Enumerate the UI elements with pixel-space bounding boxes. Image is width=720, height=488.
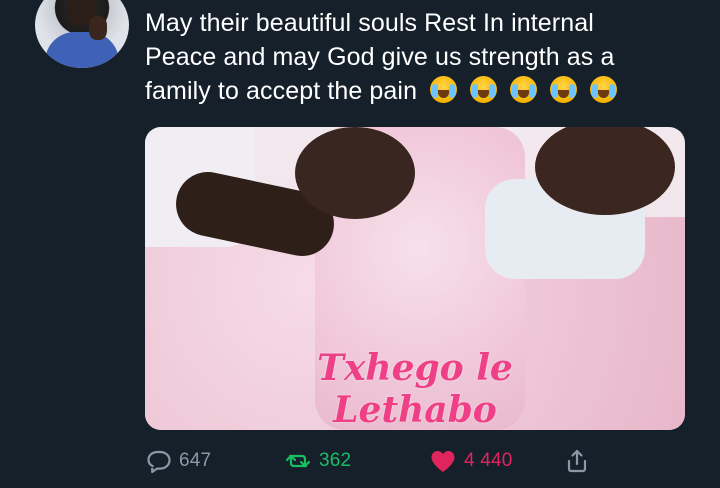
reply-icon <box>145 447 173 475</box>
heart-icon <box>428 447 458 475</box>
retweet-button[interactable]: 362 <box>283 446 351 476</box>
loudly-crying-face-emoji <box>470 76 498 103</box>
loudly-crying-face-emoji <box>550 76 578 103</box>
baby-1-head <box>295 127 415 219</box>
media-caption: Txhego le Lethabo <box>317 347 513 430</box>
share-icon <box>563 447 591 475</box>
like-button[interactable]: 4 440 <box>428 446 513 476</box>
like-count: 4 440 <box>464 450 513 471</box>
tweet-text-line-3-text: family to accept the pain <box>145 77 418 105</box>
loudly-crying-face-emoji <box>510 76 538 103</box>
share-button[interactable] <box>563 446 591 476</box>
tweet: May their beautiful souls Rest In intern… <box>0 0 720 488</box>
loudly-crying-face-emoji <box>430 76 458 103</box>
tweet-actions: 647 362 4 440 <box>145 446 705 476</box>
tweet-text-line-3: family to accept the pain <box>145 74 705 108</box>
avatar[interactable] <box>35 0 129 68</box>
avatar-shirt <box>45 32 119 68</box>
tweet-text-line-2: Peace and may God give us strength as a <box>145 43 615 71</box>
tweet-text: May their beautiful souls Rest In intern… <box>145 6 705 108</box>
avatar-hand <box>89 16 107 40</box>
baby-2-head <box>535 127 675 215</box>
retweet-count: 362 <box>319 450 352 471</box>
reply-button[interactable]: 647 <box>145 446 211 476</box>
loudly-crying-face-emoji <box>590 76 618 103</box>
reply-count: 647 <box>179 450 212 471</box>
retweet-icon <box>283 447 313 475</box>
tweet-media-image[interactable]: Txhego le Lethabo <box>145 127 685 430</box>
tweet-text-line-1: May their beautiful souls Rest In intern… <box>145 9 594 37</box>
